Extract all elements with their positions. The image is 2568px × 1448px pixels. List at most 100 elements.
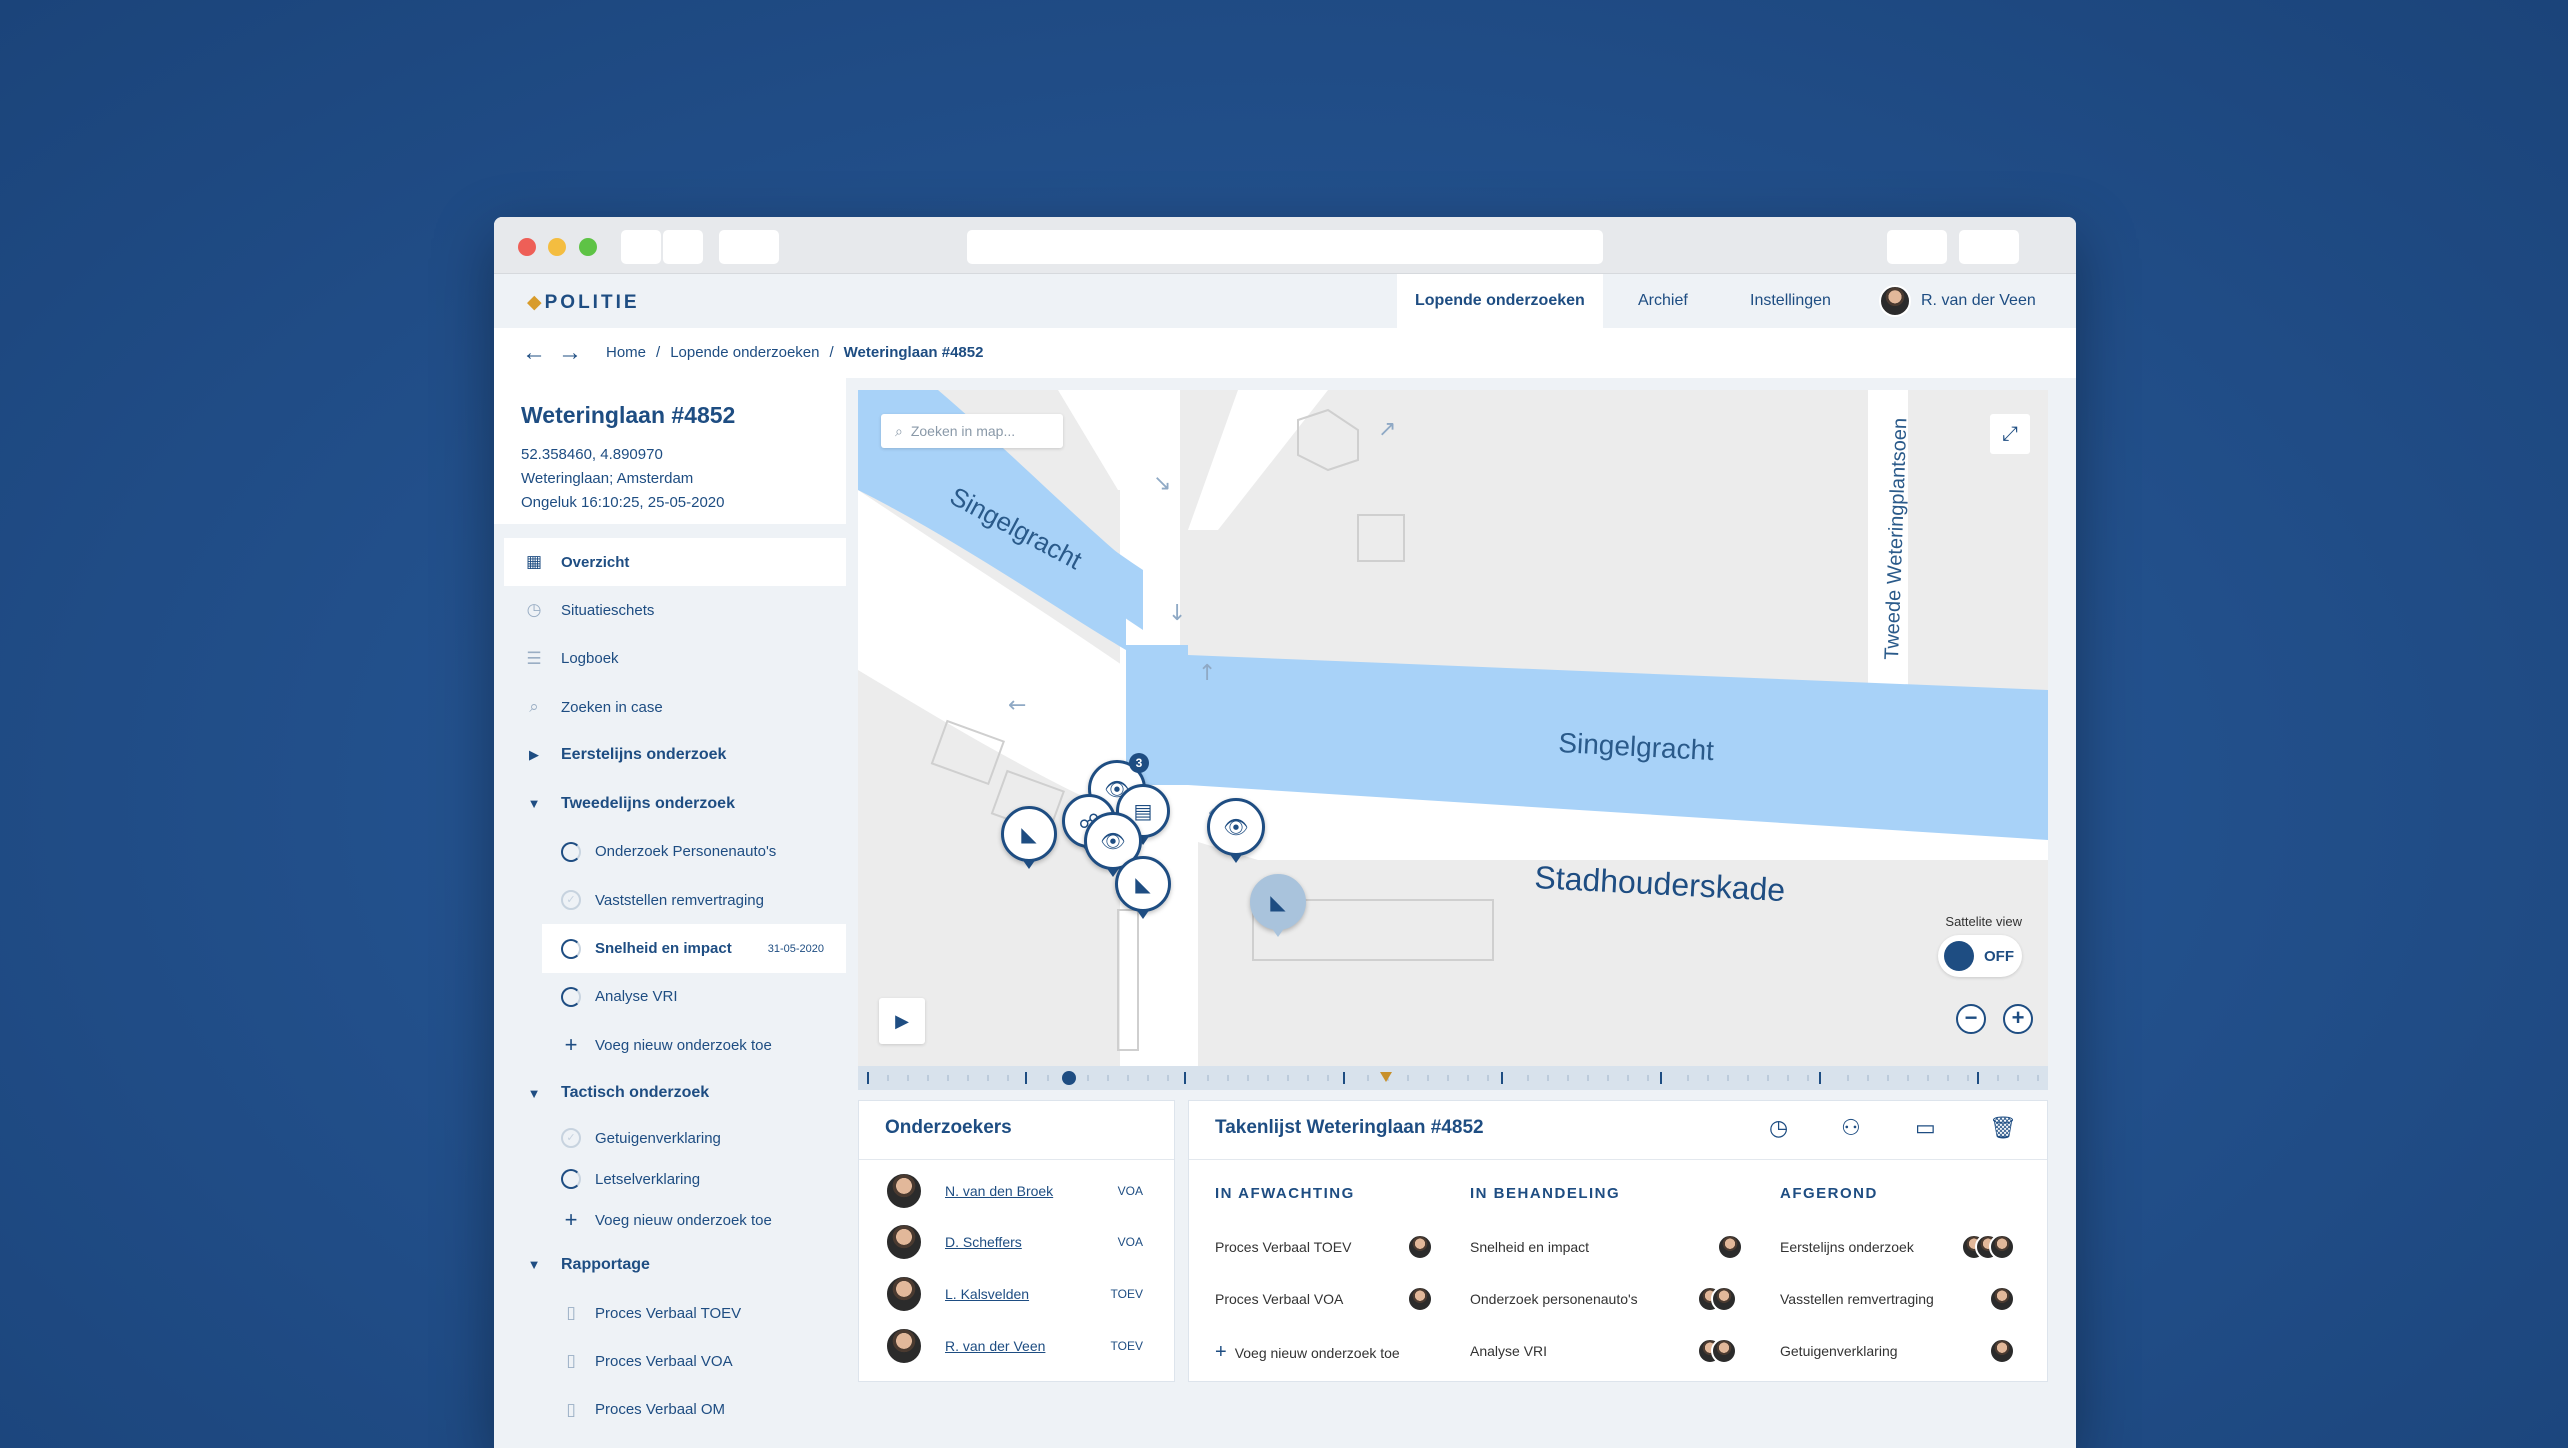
browser-new-tab-button[interactable] (1959, 230, 2019, 264)
play-button[interactable]: ▶ (879, 998, 925, 1044)
zoom-out-button[interactable]: − (1956, 1004, 1986, 1034)
forward-arrow-icon[interactable]: → (558, 339, 582, 367)
zoom-in-button[interactable]: + (2003, 1004, 2033, 1034)
sidebar-subitem-label: Onderzoek Personenauto's (595, 843, 777, 861)
sidebar-subitem-pv-om[interactable]: ▯ Proces Verbaal OM (494, 1385, 846, 1433)
trash-icon[interactable]: 🗑 (1989, 1115, 2017, 1141)
tasks-panel: Takenlijst Weteringlaan #4852 ◷ ⚇ ▭ 🗑 IN… (1188, 1100, 2048, 1382)
breadcrumb-lopende-onderzoeken[interactable]: Lopende onderzoeken (670, 344, 819, 361)
sidebar-group-tactisch[interactable]: ▼ Tactisch onderzoek (494, 1069, 846, 1117)
eye-marker[interactable]: 👁 (1207, 798, 1265, 863)
sidebar-item-zoeken[interactable]: ⌕ Zoeken in case (494, 683, 846, 731)
avatar (1989, 1234, 2015, 1260)
breadcrumb-home[interactable]: Home (606, 344, 646, 361)
in-progress-icon (561, 1169, 581, 1190)
sidebar: Weteringlaan #4852 52.358460, 4.890970 W… (494, 378, 846, 1448)
expand-icon[interactable]: ⤢ (1990, 414, 2030, 454)
add-task-button[interactable]: + Voeg nieuw onderzoek toe (1215, 1341, 1400, 1364)
maximize-window-button[interactable] (579, 238, 597, 256)
browser-tabs-button[interactable] (719, 230, 779, 264)
task-item[interactable]: Getuigenverklaring (1780, 1343, 1898, 1359)
minimize-window-button[interactable] (548, 238, 566, 256)
map-search-input[interactable]: ⌕ Zoeken in map... (881, 414, 1063, 448)
sidebar-subitem-analyse-vri[interactable]: Analyse VRI (494, 973, 846, 1021)
sidebar-subitem-vaststellen-remvertraging[interactable]: ✓ Vaststellen remvertraging (494, 876, 846, 924)
researcher-role: VOA (1117, 1235, 1143, 1249)
task-item[interactable]: Eerstelijns onderzoek (1780, 1239, 1914, 1255)
researcher-row[interactable]: L. Kalsvelden TOEV (885, 1274, 1143, 1314)
task-item[interactable]: Vasstellen remvertraging (1780, 1291, 1934, 1307)
sidebar-subitem-getuigenverklaring[interactable]: ✓ Getuigenverklaring (494, 1118, 846, 1159)
map-canvas: ↓ ↑ ← ← ↘ ↗ Singelgracht Singelgracht St… (858, 390, 2048, 1090)
logo-text: POLITIE (544, 292, 640, 313)
address-bar[interactable] (967, 230, 1603, 264)
browser-back-button[interactable] (621, 230, 661, 264)
breadcrumb-separator: / (656, 344, 661, 361)
in-progress-icon (561, 938, 581, 959)
avatar (1407, 1234, 1433, 1260)
sidebar-item-situatieschets[interactable]: ◷ Situatieschets (494, 586, 846, 634)
column-header-in-afwachting: IN AFWACHTING (1215, 1185, 1355, 1202)
satellite-toggle[interactable]: OFF (1938, 935, 2022, 977)
timeline-handle[interactable] (1062, 1071, 1076, 1085)
tab-lopende-onderzoeken[interactable]: Lopende onderzoeken (1397, 274, 1603, 328)
tab-instellingen[interactable]: Instellingen (1750, 274, 1831, 328)
comment-icon[interactable]: ▭ (1915, 1115, 1936, 1141)
user-menu[interactable]: R. van der Veen (1879, 274, 2036, 328)
close-window-button[interactable] (518, 238, 536, 256)
task-item[interactable]: Onderzoek personenauto's (1470, 1291, 1638, 1307)
politie-logo[interactable]: ◆POLITIE (527, 291, 640, 314)
camera-marker[interactable]: ◣ (1115, 856, 1171, 919)
caret-down-icon: ▼ (527, 796, 541, 812)
task-item[interactable]: Proces Verbaal VOA (1215, 1291, 1343, 1307)
researcher-name[interactable]: D. Scheffers (945, 1234, 1118, 1250)
sidebar-subitem-pv-voa[interactable]: ▯ Proces Verbaal VOA (494, 1337, 846, 1385)
incident-marker-icon (1380, 1072, 1392, 1082)
sidebar-subitem-label: Proces Verbaal OM (595, 1401, 726, 1419)
camera-marker-inactive[interactable]: ◣ (1250, 874, 1306, 937)
browser-forward-button[interactable] (663, 230, 703, 264)
clock-icon[interactable]: ◷ (1769, 1115, 1788, 1141)
plus-icon: + (1215, 1341, 1227, 1363)
sidebar-subitem-snelheid-en-impact[interactable]: Snelheid en impact 31-05-2020 (542, 924, 846, 973)
document-icon: ▯ (566, 1351, 576, 1371)
researcher-name[interactable]: L. Kalsvelden (945, 1286, 1111, 1302)
sidebar-subitem-label: Vaststellen remvertraging (595, 891, 764, 909)
sidebar-group-tweedelijns[interactable]: ▼ Tweedelijns onderzoek (494, 779, 846, 827)
add-onderzoek-button[interactable]: + Voeg nieuw onderzoek toe (494, 1021, 846, 1069)
divider (1189, 1159, 2047, 1160)
sidebar-subitem-onderzoek-personenautos[interactable]: Onderzoek Personenauto's (494, 828, 846, 876)
timeline-slider[interactable] (858, 1066, 2048, 1090)
back-arrow-icon[interactable]: ← (522, 339, 546, 367)
sidebar-group-eerstelijns[interactable]: ▶ Eerstelijns onderzoek (494, 731, 846, 779)
task-item[interactable]: Proces Verbaal TOEV (1215, 1239, 1351, 1255)
researcher-role: VOA (1117, 1184, 1143, 1198)
user-name: R. van der Veen (1921, 292, 2036, 309)
sidebar-item-logboek[interactable]: ☰ Logboek (494, 635, 846, 683)
researcher-row[interactable]: R. van der Veen TOEV (885, 1326, 1143, 1366)
breadcrumb-separator: / (829, 344, 834, 361)
task-item[interactable]: Analyse VRI (1470, 1343, 1547, 1359)
sidebar-subitem-label: Getuigenverklaring (595, 1129, 721, 1147)
browser-share-button[interactable] (1887, 230, 1947, 264)
sidebar-subitem-pv-toev[interactable]: ▯ Proces Verbaal TOEV (494, 1289, 846, 1337)
camera-marker[interactable]: ◣ (1001, 806, 1057, 869)
column-header-afgerond: AFGEROND (1780, 1185, 1878, 1202)
researcher-row[interactable]: N. van den Broek VOA (885, 1171, 1143, 1211)
sidebar-group-rapportage[interactable]: ▼ Rapportage (494, 1241, 846, 1289)
tab-archief[interactable]: Archief (1638, 274, 1688, 328)
researcher-row[interactable]: D. Scheffers VOA (885, 1222, 1143, 1262)
researcher-name[interactable]: N. van den Broek (945, 1183, 1118, 1199)
svg-text:↑: ↑ (1198, 661, 1216, 686)
add-task-label: Voeg nieuw onderzoek toe (1234, 1345, 1400, 1361)
top-navigation: ◆POLITIE Lopende onderzoeken Archief Ins… (494, 274, 2076, 328)
sidebar-subitem-letselverklaring[interactable]: Letselverklaring (494, 1159, 846, 1200)
add-onderzoek-button[interactable]: + Voeg nieuw onderzoek toe (494, 1200, 846, 1241)
researcher-name[interactable]: R. van der Veen (945, 1338, 1111, 1354)
sidebar-item-overzicht[interactable]: ▦ Overzicht (504, 538, 846, 587)
add-user-icon[interactable]: ⚇ (1841, 1115, 1861, 1141)
timeline-ticks (867, 1071, 2039, 1085)
case-coords: 52.358460, 4.890970 (521, 446, 663, 463)
map-view[interactable]: ↓ ↑ ← ← ↘ ↗ Singelgracht Singelgracht St… (858, 390, 2048, 1090)
task-item[interactable]: Snelheid en impact (1470, 1239, 1589, 1255)
